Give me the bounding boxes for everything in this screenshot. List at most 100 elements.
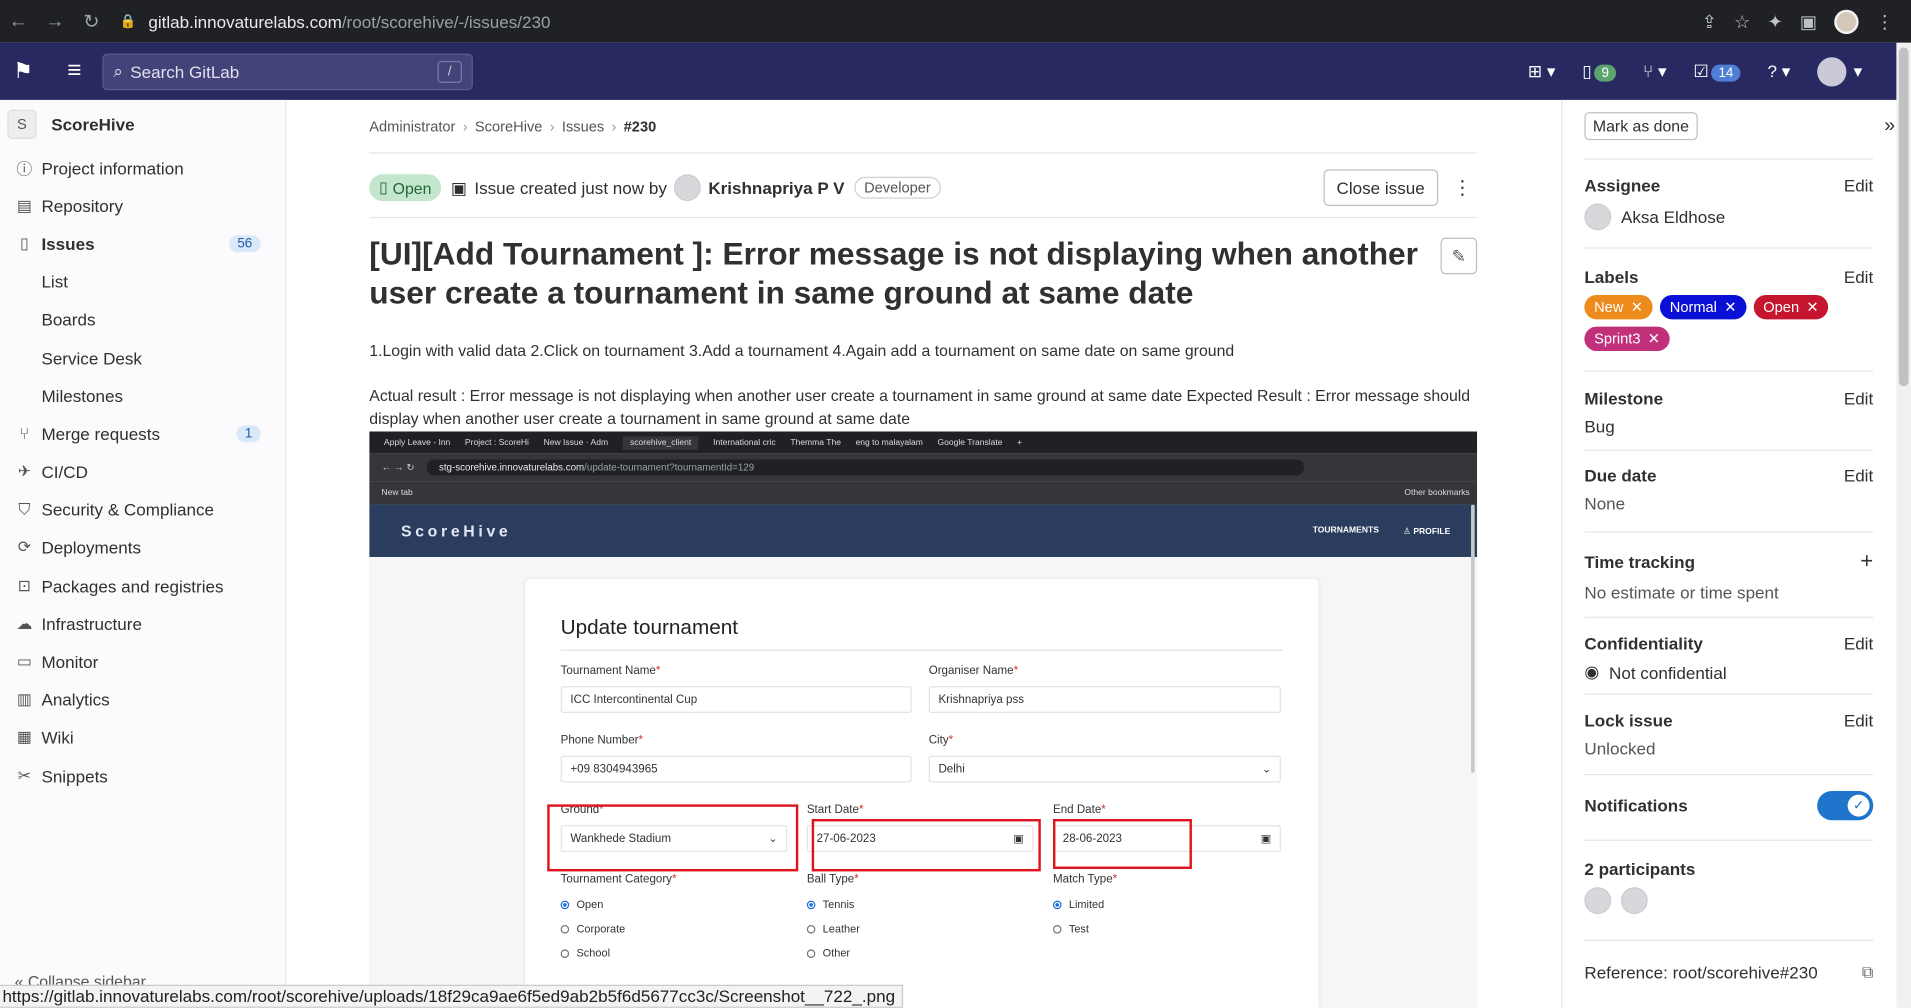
- edit-lock-button[interactable]: Edit: [1844, 711, 1873, 731]
- author-name[interactable]: Krishnapriya P V: [708, 178, 844, 198]
- sidebar-item-analytics[interactable]: ▥ Analytics: [0, 681, 285, 719]
- label-new[interactable]: New ✕: [1584, 294, 1653, 320]
- mark-as-done-button[interactable]: Mark as done: [1584, 112, 1698, 141]
- user-menu[interactable]: ▾: [1817, 56, 1862, 86]
- required-mark: *: [948, 733, 954, 748]
- sidebar-item-infrastructure[interactable]: ☁ Infrastructure: [0, 605, 285, 643]
- create-new-icon[interactable]: ⊞ ▾: [1528, 61, 1556, 82]
- required-mark: *: [1101, 803, 1106, 817]
- more-actions-icon[interactable]: ⋮: [1448, 176, 1477, 200]
- sidebar-item-list[interactable]: List: [0, 263, 285, 301]
- scrollbar-thumb[interactable]: [1898, 47, 1909, 387]
- role-badge: Developer: [854, 176, 941, 199]
- search-input[interactable]: ⌕ Search GitLab /: [102, 53, 473, 90]
- issue-open-icon: ▯: [379, 177, 388, 197]
- page-scrollbar[interactable]: [1896, 42, 1911, 1008]
- notifications-toggle[interactable]: ✓: [1817, 790, 1874, 821]
- sidebar-item-project-information[interactable]: ⓘ Project information: [0, 149, 285, 187]
- edit-title-button[interactable]: ✎: [1440, 237, 1478, 275]
- participant-avatar[interactable]: [1620, 887, 1648, 915]
- bookmark-star-icon[interactable]: ☆: [1734, 10, 1750, 33]
- sidebar-project-header[interactable]: S ScoreHive: [0, 100, 285, 149]
- field-phone-number: +09 8304943965: [560, 755, 912, 783]
- browser-profile-avatar[interactable]: [1834, 9, 1859, 34]
- sidebar-item-label: Issues: [41, 233, 95, 254]
- screenshot-tab: Google Translate: [937, 438, 1003, 447]
- sidebar-item-boards[interactable]: Boards: [0, 301, 285, 339]
- milestone-value[interactable]: Bug: [1584, 417, 1873, 437]
- edit-labels-button[interactable]: Edit: [1844, 267, 1873, 287]
- highlight-ground: [547, 804, 799, 872]
- breadcrumb-issues[interactable]: Issues: [562, 118, 604, 135]
- assignee-value[interactable]: Aksa Eldhose: [1584, 203, 1873, 231]
- side-panel-icon[interactable]: ▣: [1800, 10, 1817, 33]
- divider: [1584, 158, 1874, 160]
- add-time-icon[interactable]: +: [1860, 548, 1873, 574]
- screenshot-brand: ScoreHive: [400, 521, 512, 540]
- sidebar-item-snippets[interactable]: ✂ Snippets: [0, 757, 285, 795]
- merge-requests-nav-icon[interactable]: ⑂ ▾: [1643, 61, 1667, 82]
- attached-screenshot[interactable]: Apply Leave - Inn Project : ScoreHi New …: [369, 431, 1478, 1008]
- edit-confidentiality-button[interactable]: Edit: [1844, 634, 1873, 654]
- hamburger-menu-icon[interactable]: ≡: [46, 57, 102, 85]
- share-icon[interactable]: ⇪: [1702, 10, 1717, 33]
- remove-label-icon[interactable]: ✕: [1806, 299, 1818, 316]
- label-text: Phone Number: [560, 733, 639, 748]
- label-sprint3[interactable]: Sprint3 ✕: [1584, 326, 1670, 351]
- divider: [1584, 773, 1874, 776]
- divider: [1584, 449, 1874, 451]
- copy-icon[interactable]: ⧉: [1862, 963, 1873, 983]
- author-avatar[interactable]: [674, 174, 702, 202]
- sidebar-item-monitor[interactable]: ▭ Monitor: [0, 643, 285, 681]
- edit-assignee-button[interactable]: Edit: [1844, 176, 1873, 196]
- pencil-icon: ✎: [1451, 246, 1466, 266]
- gitlab-logo-icon[interactable]: ⚑: [0, 59, 46, 85]
- screenshot-tab: eng to malayalam: [855, 438, 923, 447]
- edit-due-date-button[interactable]: Edit: [1844, 466, 1873, 486]
- sidebar-item-label: Infrastructure: [41, 614, 142, 634]
- todos-nav-button[interactable]: ☑ 14: [1693, 61, 1741, 82]
- reference-text: Reference: root/scorehive#230: [1584, 962, 1818, 983]
- close-issue-button[interactable]: Close issue: [1323, 169, 1439, 206]
- issues-nav-button[interactable]: ▯ 9: [1582, 61, 1617, 82]
- sidebar-item-packages-registries[interactable]: ⊡ Packages and registries: [0, 567, 285, 605]
- forward-icon[interactable]: →: [37, 10, 74, 32]
- remove-label-icon[interactable]: ✕: [1631, 299, 1643, 316]
- sidebar-item-milestones[interactable]: Milestones: [0, 377, 285, 415]
- sidebar-item-ci-cd[interactable]: ✈ CI/CD: [0, 453, 285, 491]
- sidebar-item-merge-requests[interactable]: ⑂ Merge requests 1: [0, 415, 285, 453]
- wiki-icon: ▦: [16, 728, 32, 747]
- remove-label-icon[interactable]: ✕: [1724, 299, 1736, 316]
- back-icon[interactable]: ←: [0, 10, 37, 32]
- url-path: /root/scorehive/-/issues/230: [341, 11, 551, 32]
- sidebar-item-wiki[interactable]: ▦ Wiki: [0, 719, 285, 757]
- address-bar[interactable]: 🔒 gitlab.innovaturelabs.com/root/scorehi…: [119, 0, 1701, 43]
- label-open[interactable]: Open ✕: [1753, 294, 1829, 320]
- label-text: End Date: [1053, 803, 1102, 817]
- breadcrumb-administrator[interactable]: Administrator: [369, 118, 455, 135]
- remove-label-icon[interactable]: ✕: [1648, 330, 1660, 347]
- browser-menu-icon[interactable]: ⋮: [1876, 10, 1894, 33]
- extensions-icon[interactable]: ✦: [1767, 10, 1782, 33]
- radio-dot: [560, 948, 570, 958]
- label-normal[interactable]: Normal ✕: [1660, 294, 1747, 320]
- sidebar-item-issues[interactable]: ▯ Issues 56: [0, 225, 285, 263]
- radio-dot: [560, 900, 570, 909]
- sidebar-item-deployments[interactable]: ⟳ Deployments: [0, 529, 285, 567]
- divider: [1584, 939, 1874, 941]
- collapse-right-sidebar-icon[interactable]: »: [1884, 115, 1895, 137]
- breadcrumb-current-issue[interactable]: #230: [624, 118, 657, 135]
- participants-block: 2 participants: [1584, 859, 1873, 915]
- help-icon[interactable]: ? ▾: [1768, 61, 1791, 82]
- sidebar-item-label: CI/CD: [41, 462, 88, 482]
- sidebar-item-security-compliance[interactable]: ⛉ Security & Compliance: [0, 491, 285, 529]
- sidebar-item-repository[interactable]: ▤ Repository: [0, 187, 285, 225]
- issue-description-steps: 1.Login with valid data 2.Click on tourn…: [369, 341, 1235, 360]
- sidebar-item-service-desk[interactable]: Service Desk: [0, 339, 285, 377]
- breadcrumb-scorehive[interactable]: ScoreHive: [475, 118, 542, 135]
- time-tracking-title: Time tracking: [1584, 551, 1696, 571]
- reload-icon[interactable]: ↻: [73, 9, 110, 33]
- edit-milestone-button[interactable]: Edit: [1844, 389, 1873, 409]
- divider: [1584, 247, 1874, 249]
- participant-avatar[interactable]: [1584, 887, 1612, 915]
